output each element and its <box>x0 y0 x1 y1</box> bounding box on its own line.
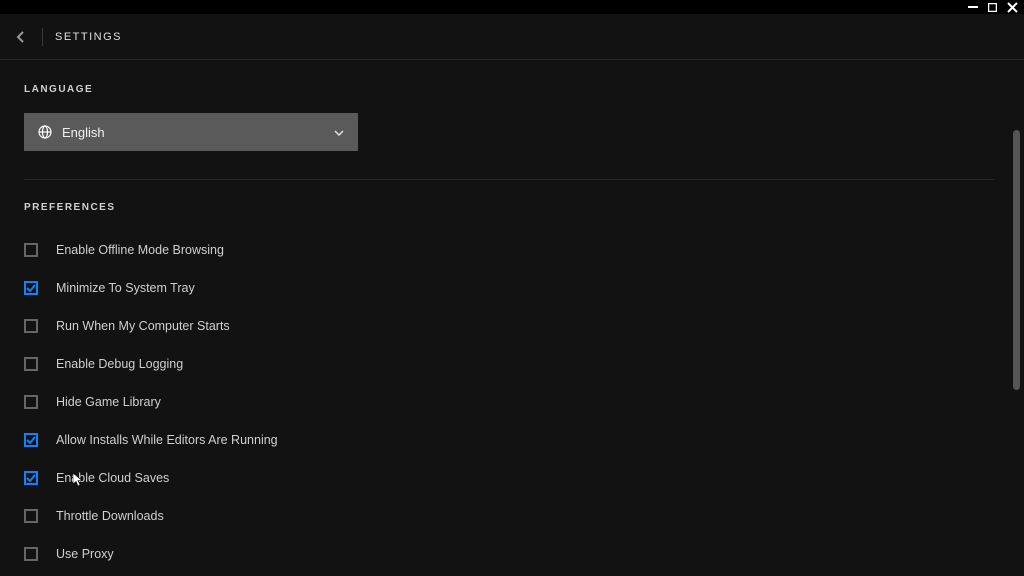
minimize-icon[interactable] <box>968 2 978 12</box>
checkbox[interactable] <box>24 319 38 333</box>
page-title: SETTINGS <box>55 31 122 43</box>
preference-item[interactable]: Hide Game Library <box>24 383 1000 421</box>
scrollbar-thumb[interactable] <box>1013 130 1020 390</box>
preference-item[interactable]: Run When My Computer Starts <box>24 307 1000 345</box>
preference-item[interactable]: Use Proxy <box>24 535 1000 573</box>
checkbox[interactable] <box>24 357 38 371</box>
language-selected: English <box>62 125 334 140</box>
checkbox[interactable] <box>24 471 38 485</box>
chevron-down-icon <box>334 123 344 141</box>
checkbox[interactable] <box>24 243 38 257</box>
preference-label: Allow Installs While Editors Are Running <box>56 433 278 447</box>
settings-content: LANGUAGE English PREFERENCES Enable Offl… <box>0 60 1024 576</box>
preference-item[interactable]: Enable Offline Mode Browsing <box>24 231 1000 269</box>
maximize-icon[interactable] <box>988 3 997 12</box>
language-section-title: LANGUAGE <box>24 84 1000 95</box>
preference-label: Enable Cloud Saves <box>56 471 169 485</box>
preferences-list: Enable Offline Mode Browsing Minimize To … <box>24 231 1000 573</box>
preference-item[interactable]: Enable Debug Logging <box>24 345 1000 383</box>
preferences-section-title: PREFERENCES <box>24 202 1000 213</box>
preference-item[interactable]: Enable Cloud Saves <box>24 459 1000 497</box>
back-button[interactable] <box>12 28 30 46</box>
checkbox[interactable] <box>24 395 38 409</box>
checkbox[interactable] <box>24 281 38 295</box>
preference-item[interactable]: Allow Installs While Editors Are Running <box>24 421 1000 459</box>
divider <box>24 179 994 180</box>
checkbox[interactable] <box>24 433 38 447</box>
page-header: SETTINGS <box>0 14 1024 60</box>
preference-label: Throttle Downloads <box>56 509 164 523</box>
preference-item[interactable]: Minimize To System Tray <box>24 269 1000 307</box>
preference-label: Enable Debug Logging <box>56 357 183 371</box>
preference-label: Hide Game Library <box>56 395 161 409</box>
preference-label: Use Proxy <box>56 547 114 561</box>
preference-label: Minimize To System Tray <box>56 281 195 295</box>
language-dropdown[interactable]: English <box>24 113 358 151</box>
close-icon[interactable] <box>1007 2 1018 13</box>
divider <box>42 28 43 46</box>
preference-label: Run When My Computer Starts <box>56 319 230 333</box>
checkbox[interactable] <box>24 509 38 523</box>
window-titlebar <box>0 0 1024 14</box>
preference-item[interactable]: Throttle Downloads <box>24 497 1000 535</box>
globe-icon <box>38 125 52 139</box>
preference-label: Enable Offline Mode Browsing <box>56 243 224 257</box>
checkbox[interactable] <box>24 547 38 561</box>
